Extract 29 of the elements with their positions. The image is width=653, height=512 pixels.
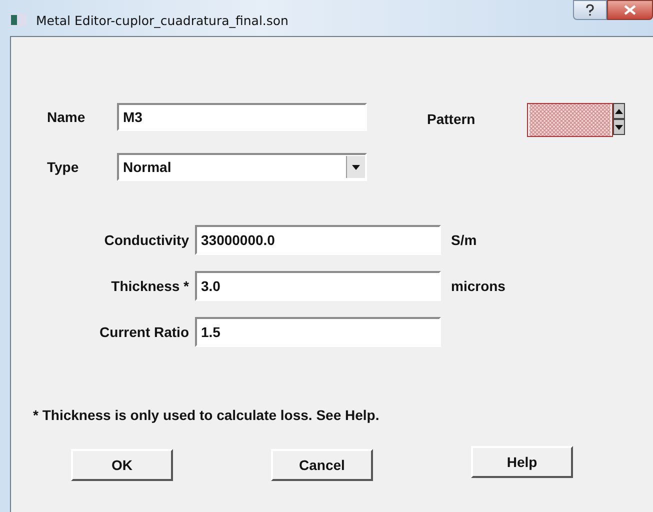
dialog-button[interactable]: Cancel xyxy=(271,449,373,481)
close-button[interactable] xyxy=(607,0,653,20)
help-button[interactable] xyxy=(573,0,607,20)
type-label: Type xyxy=(47,159,80,175)
unit-label: microns xyxy=(451,278,506,294)
dialog-button[interactable]: OK xyxy=(71,449,173,481)
property-field[interactable]: 3.0 xyxy=(195,271,441,301)
pattern-label: Pattern xyxy=(427,111,476,127)
property-field[interactable]: 33000000.0 xyxy=(195,225,441,255)
name-label: Name xyxy=(47,109,86,125)
question-icon xyxy=(585,4,595,16)
name-field[interactable]: M3 xyxy=(117,103,367,131)
dropdown-arrow-icon xyxy=(352,164,360,170)
footnote: * Thickness is only used to calculate loss. See Help. xyxy=(32,406,380,423)
app-icon xyxy=(10,14,26,26)
property-label: Thickness * xyxy=(110,278,190,294)
property-label: Conductivity xyxy=(103,232,190,248)
close-icon xyxy=(624,5,636,15)
type-dropdown[interactable]: Normal xyxy=(117,153,367,181)
pattern-swatch[interactable] xyxy=(527,103,613,137)
down-arrow-icon xyxy=(615,124,623,130)
property-field[interactable]: 1.5 xyxy=(195,317,441,347)
property-label: Current Ratio xyxy=(98,324,190,340)
dialog-button[interactable]: Help xyxy=(471,446,573,478)
spin-up-button[interactable] xyxy=(613,103,625,119)
up-arrow-icon xyxy=(615,108,623,114)
unit-label: S/m xyxy=(451,232,477,248)
window-title: Metal Editor-cuplor_cuadratura_final.son xyxy=(36,12,288,28)
spin-down-button[interactable] xyxy=(613,119,625,135)
